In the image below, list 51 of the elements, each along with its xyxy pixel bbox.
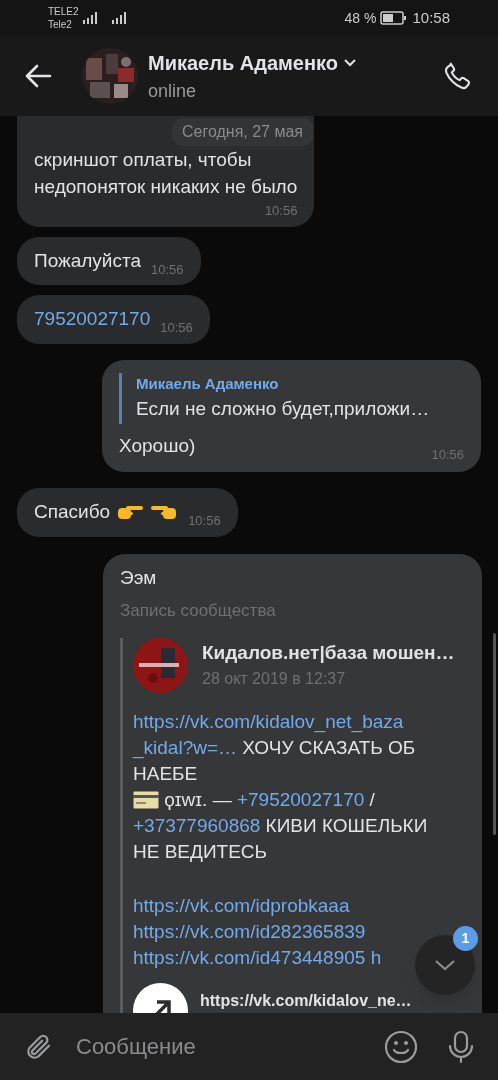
contact-name[interactable]: Микаель Адаменко (148, 47, 338, 78)
message-input[interactable]: Сообщение (76, 1030, 384, 1063)
emoji-icon (384, 1029, 418, 1064)
credit-card-icon (133, 790, 159, 809)
battery-percent: 48 % (344, 8, 377, 28)
post-text: НАЕБЕ (133, 761, 198, 786)
reply-author: Микаель Адаменко (136, 373, 280, 394)
message-text: Хорошо) (119, 433, 196, 458)
post-text: ϙɪwɪ. — (163, 787, 233, 812)
pointing-hand-icon (116, 503, 145, 522)
phone-link[interactable]: 79520027170 (34, 305, 151, 334)
post-text: КИВИ КОШЕЛЬКИ (264, 813, 428, 838)
post-link[interactable]: https://vk.com/id473448905 h (133, 944, 382, 971)
message-time: 10:56 (264, 202, 298, 220)
post-date: 28 окт 2019 в 12:37 (202, 669, 347, 690)
post-label: Запись сообщества (120, 600, 277, 622)
online-status: online (148, 79, 198, 103)
scrollbar[interactable] (493, 633, 496, 835)
message-field[interactable]: Сообщение (0, 1013, 498, 1080)
pointing-hand-icon (150, 503, 179, 522)
microphone-icon (448, 1029, 474, 1064)
message-text: Спасибо (34, 500, 111, 524)
back-arrow-icon (24, 64, 52, 88)
post-text: ХОЧУ СКАЗАТЬ ОБ (241, 735, 416, 760)
post-text: НЕ ВЕДИТЕСЬ (133, 839, 267, 864)
message-time: 10:56 (151, 260, 184, 279)
post-text: / (368, 787, 375, 812)
date-toast: Сегодня, 27 мая (172, 118, 313, 146)
message-text: скриншот оплаты, чтобы (34, 148, 253, 172)
message-time: 10:56 (160, 319, 193, 337)
message-text: недопоняток никаких не было (34, 175, 298, 199)
post-link[interactable]: https://vk.com/kidalov_net_baza (133, 708, 404, 735)
carrier-name: TELE2 (48, 5, 79, 18)
clock: 10:58 (412, 7, 450, 28)
message-text: Пожалуйста (34, 248, 142, 273)
chevron-down-icon (434, 959, 456, 971)
message-time: 10:56 (431, 445, 464, 464)
post-author[interactable]: Кидалов.нет|база мошен… (202, 638, 455, 668)
chevron-down-icon (344, 58, 356, 67)
message-time: 10:56 (188, 512, 221, 530)
post-link[interactable]: https://vk.com/id282365839 (133, 918, 366, 945)
post-link[interactable]: +79520027170 (236, 786, 365, 813)
message-text: Ээм (120, 565, 158, 590)
battery-icon (380, 11, 409, 25)
post-link[interactable]: +37377960868 (133, 812, 261, 839)
post-link[interactable]: _kidal?w=… (133, 734, 238, 761)
reply-quote: Если не сложно будет,приложи… (136, 397, 431, 421)
attachment-link[interactable]: https://vk.com/kidalov_ne… (200, 988, 412, 1013)
post-link[interactable]: https://vk.com/idprobkaaa (133, 892, 350, 919)
carrier-name: Tele2 (48, 18, 73, 31)
signal-icon (110, 11, 127, 25)
